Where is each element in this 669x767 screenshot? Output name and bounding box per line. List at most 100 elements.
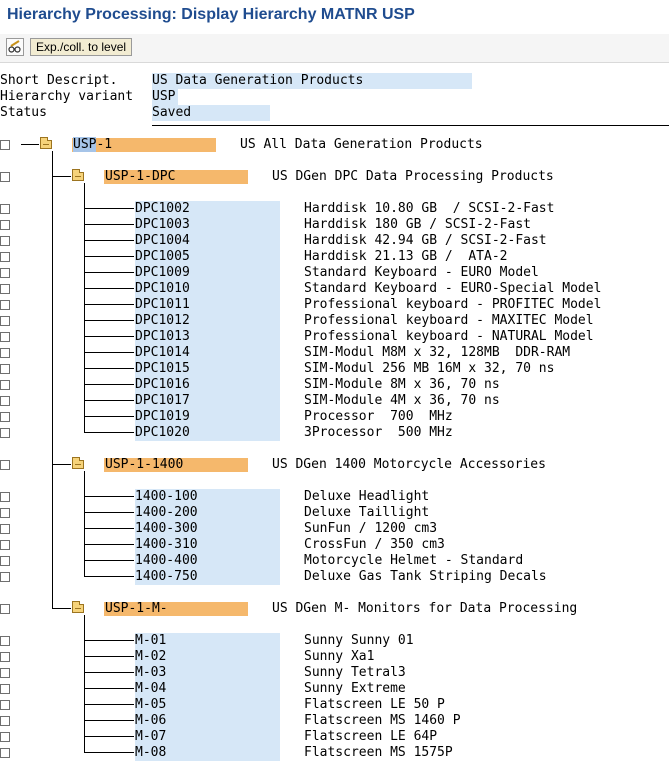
leaf-node-id[interactable]: DPC1014 [135,345,280,361]
leaf-node-id[interactable]: M-04 [135,681,280,697]
title-bar: Hierarchy Processing: Display Hierarchy … [0,0,669,35]
header-label: Short Descript. [0,73,118,88]
row-checkbox[interactable] [0,732,10,742]
header-label: Hierarchy variant [0,89,134,104]
edit-icon[interactable] [6,38,24,56]
leaf-node-id[interactable]: DPC1020 [135,425,280,441]
node-id-suffix: -1 [96,137,113,152]
row-checkbox[interactable] [0,604,10,614]
row-checkbox[interactable] [0,140,10,150]
row-checkbox[interactable] [0,204,10,214]
row-checkbox[interactable] [0,236,10,246]
leaf-node-description: Harddisk 180 GB / SCSI-2-Fast [304,217,531,232]
row-checkbox[interactable] [0,540,10,550]
row-checkbox[interactable] [0,716,10,726]
row-checkbox[interactable] [0,556,10,566]
row-checkbox[interactable] [0,684,10,694]
row-checkbox[interactable] [0,396,10,406]
leaf-node-id[interactable]: DPC1017 [135,393,280,409]
row-checkbox[interactable] [0,172,10,182]
leaf-node-description: Sunny Xa1 [304,649,375,664]
leaf-node-description: Flatscreen MS 1575P [304,745,453,760]
leaf-node-id[interactable]: DPC1010 [135,281,280,297]
row-checkbox[interactable] [0,332,10,342]
group-node-id[interactable]: USP-1-1400 [104,458,248,472]
leaf-node-id[interactable]: DPC1011 [135,297,280,313]
tree-connector [84,304,134,305]
row-checkbox[interactable] [0,492,10,502]
leaf-node-description: CrossFun / 350 cm3 [304,537,445,552]
tree-connector [84,416,134,417]
leaf-node-id[interactable]: DPC1015 [135,361,280,377]
tree-connector [84,471,85,576]
leaf-node-id[interactable]: M-08 [135,745,280,761]
expand-collapse-button[interactable]: Exp./coll. to level [30,38,133,56]
group-node-description: US DGen DPC Data Processing Products [272,169,554,184]
row-checkbox[interactable] [0,460,10,470]
root-node-id[interactable]: USP-1 [72,137,216,152]
group-node-id[interactable]: USP-1-M- [104,602,248,616]
leaf-node-id[interactable]: DPC1016 [135,377,280,393]
folder-icon[interactable] [40,137,52,149]
leaf-node-description: Sunny Tetral3 [304,665,406,680]
row-checkbox[interactable] [0,524,10,534]
tree-connector [84,240,134,241]
leaf-node-id[interactable]: DPC1003 [135,217,280,233]
tree-connector [52,464,71,465]
group-node-id[interactable]: USP-1-DPC [104,170,248,184]
row-checkbox[interactable] [0,284,10,294]
row-checkbox[interactable] [0,268,10,278]
leaf-node-id[interactable]: DPC1002 [135,201,280,217]
row-checkbox[interactable] [0,748,10,758]
row-checkbox[interactable] [0,252,10,262]
row-checkbox[interactable] [0,572,10,582]
leaf-node-id[interactable]: 1400-750 [135,569,280,585]
row-checkbox[interactable] [0,220,10,230]
leaf-node-description: Harddisk 42.94 GB / SCSI-2-Fast [304,233,547,248]
tree-connector [84,272,134,273]
leaf-node-id[interactable]: 1400-310 [135,537,280,553]
pencil-glasses-icon [8,40,21,53]
leaf-node-id[interactable]: M-05 [135,697,280,713]
leaf-node-id[interactable]: M-02 [135,649,280,665]
folder-icon[interactable] [72,169,84,181]
leaf-node-id[interactable]: DPC1009 [135,265,280,281]
header-value: US Data Generation Products [152,73,472,89]
row-checkbox[interactable] [0,636,10,646]
row-checkbox[interactable] [0,700,10,710]
leaf-node-description: Professional keyboard - MAXITEC Model [304,313,594,328]
row-checkbox[interactable] [0,364,10,374]
tree-connector [84,432,134,433]
row-checkbox[interactable] [0,428,10,438]
row-checkbox[interactable] [0,412,10,422]
leaf-node-id[interactable]: DPC1013 [135,329,280,345]
leaf-node-id[interactable]: 1400-300 [135,521,280,537]
leaf-node-id[interactable]: DPC1019 [135,409,280,425]
leaf-node-id[interactable]: DPC1004 [135,233,280,249]
row-checkbox[interactable] [0,652,10,662]
leaf-node-id[interactable]: M-03 [135,665,280,681]
leaf-node-description: SIM-Modul M8M x 32, 128MB DDR-RAM [304,345,571,360]
tree-connector [84,256,134,257]
leaf-node-id[interactable]: 1400-200 [135,505,280,521]
leaf-node-id[interactable]: DPC1005 [135,249,280,265]
leaf-node-id[interactable]: 1400-100 [135,489,280,505]
leaf-node-id[interactable]: 1400-400 [135,553,280,569]
leaf-node-id[interactable]: M-06 [135,713,280,729]
row-checkbox[interactable] [0,380,10,390]
tree-connector [84,224,134,225]
row-checkbox[interactable] [0,508,10,518]
row-checkbox[interactable] [0,348,10,358]
leaf-node-description: Standard Keyboard - EURO Model [304,265,539,280]
row-checkbox[interactable] [0,300,10,310]
tree-connector [84,672,134,673]
folder-icon[interactable] [72,601,84,613]
leaf-node-id[interactable]: M-07 [135,729,280,745]
row-checkbox[interactable] [0,316,10,326]
row-checkbox[interactable] [0,668,10,678]
leaf-node-id[interactable]: DPC1012 [135,313,280,329]
folder-icon[interactable] [72,457,84,469]
tree-connector [84,704,134,705]
tree-connector [84,368,134,369]
leaf-node-id[interactable]: M-01 [135,633,280,649]
